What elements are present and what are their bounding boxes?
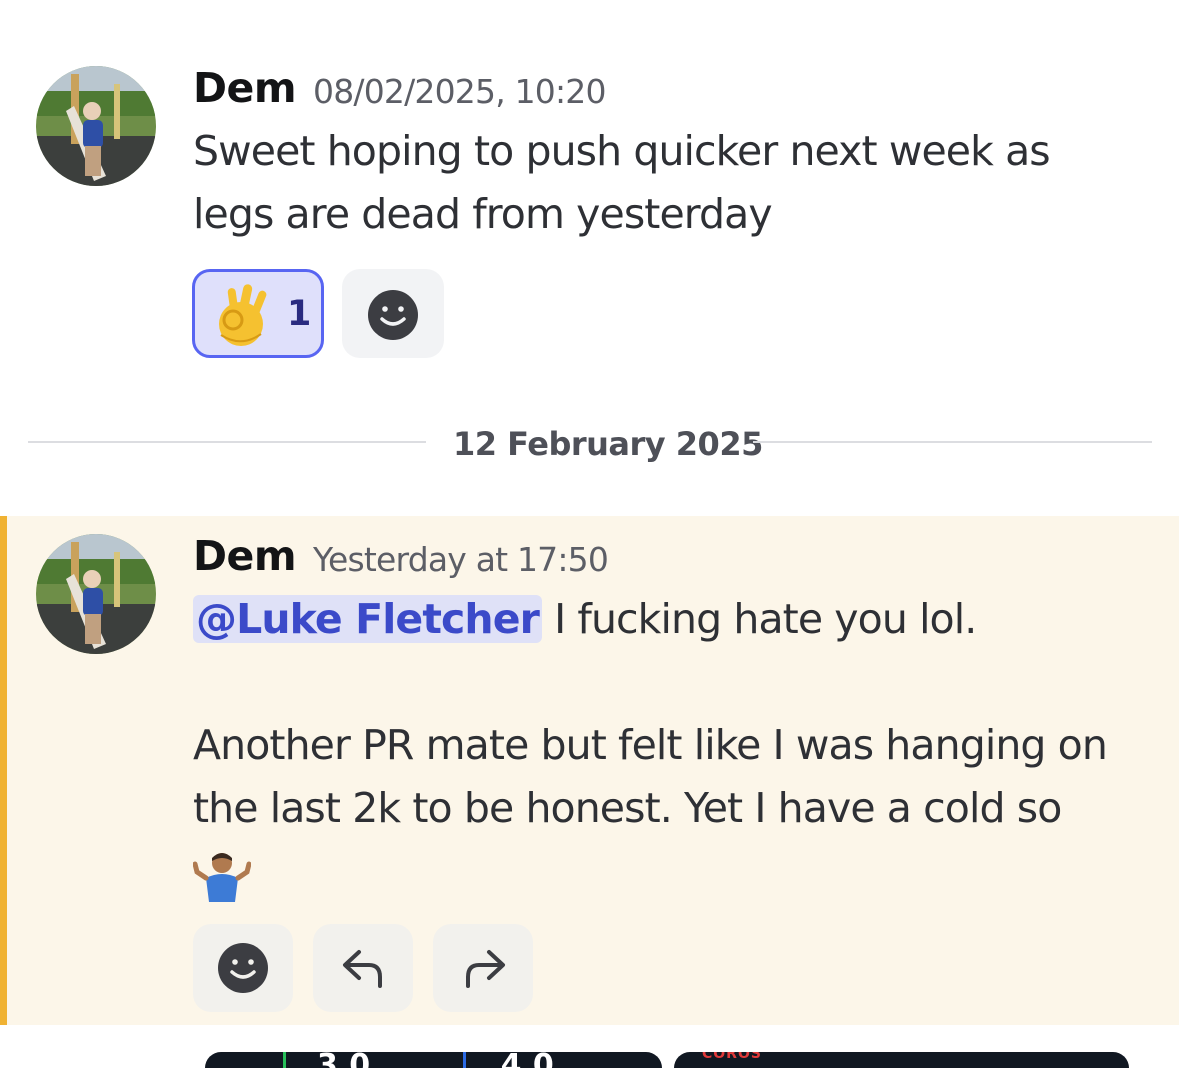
reaction-ok-hand[interactable]: 1: [192, 269, 324, 358]
chart-marker: [283, 1052, 286, 1068]
message-timestamp: 08/02/2025, 10:20: [313, 72, 606, 111]
reply-button[interactable]: [313, 924, 413, 1012]
message-timestamp: Yesterday at 17:50: [313, 540, 609, 579]
message-2-highlighted[interactable]: Dem Yesterday at 17:50 @Luke Fletcher I …: [0, 516, 1179, 1025]
image-attachment-2[interactable]: COROS: [674, 1052, 1129, 1068]
message-line-text: I fucking hate you lol.: [554, 595, 977, 643]
coros-logo: COROS: [702, 1052, 762, 1062]
reply-arrow-icon: [343, 950, 382, 988]
smiley-icon: [368, 290, 418, 340]
reaction-count: 1: [287, 294, 312, 334]
message-line: Another PR mate but felt like I was hang…: [193, 721, 1108, 769]
chat-view: Dem 08/02/2025, 10:20 Sweet hoping to pu…: [0, 0, 1179, 1068]
image-attachment-1[interactable]: 3.0 4.0: [205, 1052, 662, 1068]
author-name[interactable]: Dem: [193, 532, 297, 580]
avatar[interactable]: [36, 66, 156, 186]
message-1[interactable]: Dem 08/02/2025, 10:20 Sweet hoping to pu…: [0, 0, 1179, 400]
avatar[interactable]: [36, 534, 156, 654]
smiley-icon: [218, 943, 268, 993]
message-line: Sweet hoping to push quicker next week a…: [193, 127, 1051, 175]
divider-line-left: [28, 441, 426, 443]
user-mention[interactable]: @Luke Fletcher: [193, 595, 542, 643]
attachment-preview-text: 3.0 4.0: [317, 1052, 554, 1068]
shrug-emoji-icon: [192, 850, 252, 906]
author-name[interactable]: Dem: [193, 64, 297, 112]
mention-accent-bar: [0, 516, 7, 1025]
ok-hand-emoji-icon: [211, 280, 271, 354]
message-text: @Luke Fletcher I fucking hate you lol. A…: [193, 588, 1173, 840]
message-text: Sweet hoping to push quicker next week a…: [193, 120, 1051, 246]
add-reaction-button[interactable]: [193, 924, 293, 1012]
message-line: @Luke Fletcher I fucking hate you lol.: [193, 588, 1173, 651]
forward-button[interactable]: [433, 924, 533, 1012]
divider-line-right: [753, 441, 1152, 443]
forward-arrow-icon: [466, 950, 505, 988]
add-reaction-button[interactable]: [342, 269, 444, 358]
message-line: the last 2k to be honest. Yet I have a c…: [193, 784, 1062, 832]
date-divider-label: 12 February 2025: [453, 425, 763, 463]
message-line: legs are dead from yesterday: [193, 190, 773, 238]
